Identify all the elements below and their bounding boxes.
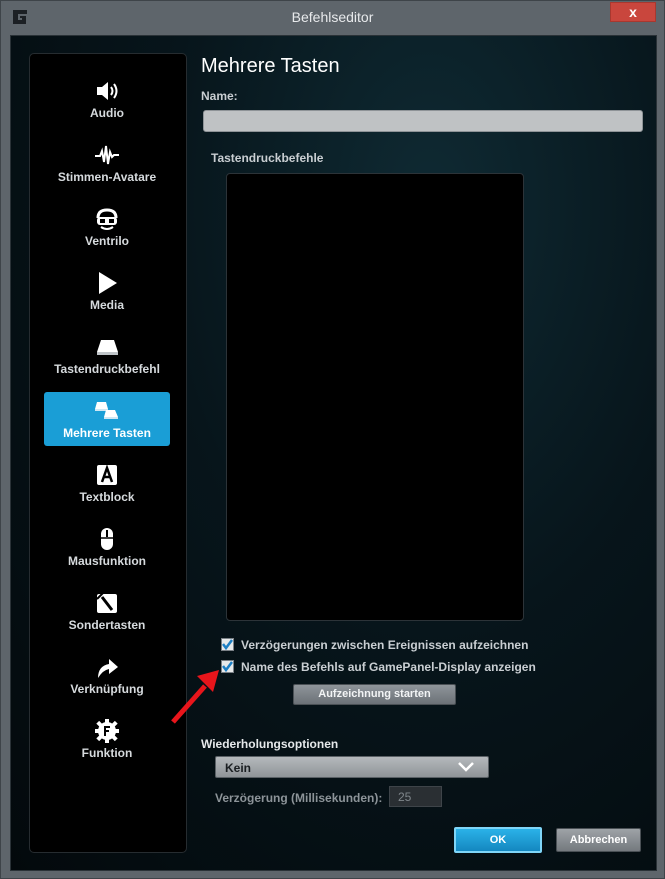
sidebar-item-media[interactable]: Media bbox=[44, 264, 170, 318]
sidebar-item-label: Textblock bbox=[79, 490, 135, 504]
sidebar-item-funktion[interactable]: Funktion bbox=[44, 712, 170, 766]
sidebar-item-mehrere-tasten[interactable]: Mehrere Tasten bbox=[44, 392, 170, 446]
cancel-button[interactable]: Abbrechen bbox=[556, 828, 641, 852]
sidebar-item-label: Verknüpfung bbox=[70, 682, 144, 696]
sidebar-item-sondertasten[interactable]: Sondertasten bbox=[44, 584, 170, 638]
repeat-options-value: Kein bbox=[225, 761, 252, 775]
name-field[interactable] bbox=[203, 110, 643, 132]
sidebar-item-label: Audio bbox=[90, 106, 124, 120]
sidebar-item-label: Ventrilo bbox=[84, 234, 129, 248]
sidebar-item-label: Stimmen-Avatare bbox=[57, 170, 157, 184]
repeat-options-label: Wiederholungsoptionen bbox=[201, 737, 339, 751]
sidebar-item-stimmen-avatare[interactable]: Stimmen-Avatare bbox=[44, 136, 170, 190]
keystrokes-list[interactable] bbox=[226, 173, 524, 621]
close-button[interactable]: x bbox=[610, 2, 656, 22]
sidebar-item-label: Tastendruckbefehl bbox=[54, 362, 160, 376]
ventrilo-goggles-icon bbox=[96, 208, 118, 230]
befehlseditor-window: Befehlseditor x Audio Stimmen-Avatare Ve… bbox=[0, 0, 665, 879]
show-on-gamepanel-label: Name des Befehls auf GamePanel-Display a… bbox=[241, 660, 536, 674]
sidebar-item-label: Mehrere Tasten bbox=[63, 426, 151, 440]
sidebar-item-label: Mausfunktion bbox=[68, 554, 146, 568]
window-title: Befehlseditor bbox=[291, 9, 374, 25]
sidebar-item-textblock[interactable]: Textblock bbox=[44, 456, 170, 510]
checkmark-icon bbox=[222, 639, 233, 651]
record-delays-label: Verzögerungen zwischen Ereignissen aufze… bbox=[241, 638, 529, 652]
record-delays-checkbox[interactable] bbox=[221, 638, 234, 651]
sidebar-item-label: Media bbox=[89, 298, 124, 312]
name-label: Name: bbox=[201, 89, 238, 103]
special-key-icon bbox=[96, 592, 117, 613]
sidebar-item-tastendruckbefehl[interactable]: Tastendruckbefehl bbox=[44, 328, 170, 382]
delay-label: Verzögerung (Millisekunden): bbox=[215, 791, 383, 805]
sidebar-item-label: Sondertasten bbox=[68, 618, 146, 632]
sidebar-item-audio[interactable]: Audio bbox=[44, 72, 170, 126]
sidebar-item-mausfunktion[interactable]: Mausfunktion bbox=[44, 520, 170, 574]
keystrokes-label: Tastendruckbefehle bbox=[211, 151, 324, 165]
function-gear-icon bbox=[95, 719, 119, 743]
delay-field[interactable]: 25 bbox=[389, 786, 442, 807]
sidebar-item-ventrilo[interactable]: Ventrilo bbox=[44, 200, 170, 254]
multi-keys-icon bbox=[95, 402, 118, 419]
dialog-content: Audio Stimmen-Avatare Ventrilo Media Tas… bbox=[10, 35, 657, 871]
chevron-down-icon bbox=[458, 762, 474, 772]
key-icon bbox=[97, 340, 118, 355]
text-block-icon bbox=[97, 464, 117, 485]
mouse-icon bbox=[101, 528, 113, 550]
title-bar[interactable]: Befehlseditor x bbox=[1, 1, 664, 33]
play-icon bbox=[99, 272, 117, 294]
close-icon: x bbox=[629, 4, 637, 20]
ok-button[interactable]: OK bbox=[454, 827, 542, 853]
start-recording-button[interactable]: Aufzeichnung starten bbox=[293, 684, 456, 705]
repeat-options-select[interactable]: Kein bbox=[215, 756, 489, 778]
sidebar-item-label: Funktion bbox=[81, 746, 133, 760]
speaker-icon bbox=[97, 82, 118, 100]
waveform-icon bbox=[95, 145, 119, 165]
annotation-arrow-icon bbox=[171, 670, 219, 724]
shortcut-arrow-icon bbox=[98, 659, 118, 678]
sidebar-item-verknuepfung[interactable]: Verknüpfung bbox=[44, 648, 170, 702]
command-type-sidebar: Audio Stimmen-Avatare Ventrilo Media Tas… bbox=[29, 53, 187, 853]
page-title: Mehrere Tasten bbox=[201, 55, 340, 77]
